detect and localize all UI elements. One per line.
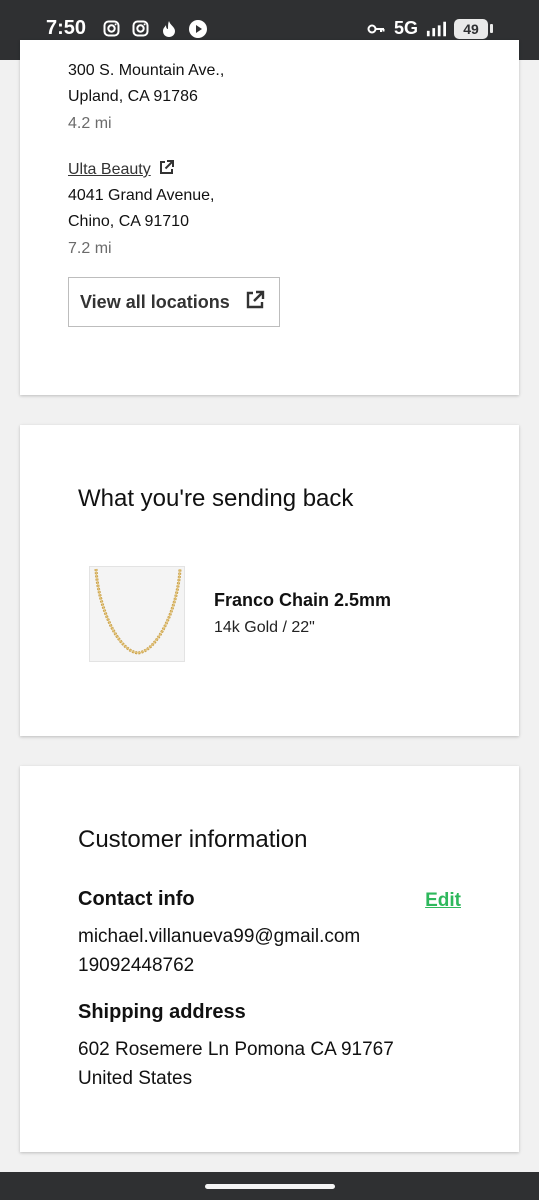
product-variant: 14k Gold / 22" [214, 619, 315, 636]
store-link-ulta-beauty[interactable]: Ulta Beauty [68, 160, 174, 180]
contact-info-heading: Contact info [78, 888, 195, 910]
edit-contact-link[interactable]: Edit [425, 890, 461, 912]
signal-icon [426, 19, 446, 39]
battery-level: 49 [454, 18, 488, 39]
system-nav-bar [0, 1172, 539, 1200]
fire-icon [159, 19, 179, 39]
instagram-icon [130, 19, 150, 39]
shipping-country: United States [78, 1068, 193, 1089]
return-items-card: What you're sending back Franco Chain 2.… [20, 425, 519, 736]
view-all-locations-button[interactable]: View all locations [68, 277, 280, 327]
store-address-line1: 300 S. Mountain Ave., [68, 62, 225, 79]
play-icon [188, 19, 208, 39]
product-image [89, 566, 185, 662]
store-locations-card: 300 S. Mountain Ave., Upland, CA 91786 4… [20, 40, 519, 395]
battery-icon [490, 24, 493, 33]
store-address-line2: Upland, CA 91786 [68, 88, 198, 105]
home-gesture-handle[interactable] [205, 1184, 335, 1189]
contact-email: michael.villanueva99@gmail.com [78, 926, 361, 947]
vpn-key-icon [366, 19, 386, 39]
store-distance: 4.2 mi [68, 115, 112, 132]
clock: 7:50 [46, 17, 87, 39]
status-right: 5G 49 [366, 18, 493, 39]
store-name: Ulta Beauty [68, 161, 151, 178]
shipping-address-line1: 602 Rosemere Ln Pomona CA 91767 [78, 1039, 394, 1060]
external-link-icon [245, 290, 265, 315]
store-address-line1: 4041 Grand Avenue, [68, 187, 215, 204]
view-all-label: View all locations [80, 291, 230, 312]
shipping-address-heading: Shipping address [78, 1001, 246, 1023]
contact-phone: 19092448762 [78, 955, 195, 976]
store-distance: 7.2 mi [68, 240, 112, 257]
status-left: 7:50 [46, 17, 208, 40]
customer-info-title: Customer information [78, 826, 308, 853]
return-items-title: What you're sending back [78, 485, 354, 512]
instagram-icon [101, 19, 121, 39]
external-link-icon [159, 160, 174, 180]
customer-info-card: Customer information Contact info Edit m… [20, 766, 519, 1152]
network-type: 5G [393, 18, 418, 38]
store-address-line2: Chino, CA 91710 [68, 213, 189, 230]
product-name: Franco Chain 2.5mm [214, 590, 392, 610]
